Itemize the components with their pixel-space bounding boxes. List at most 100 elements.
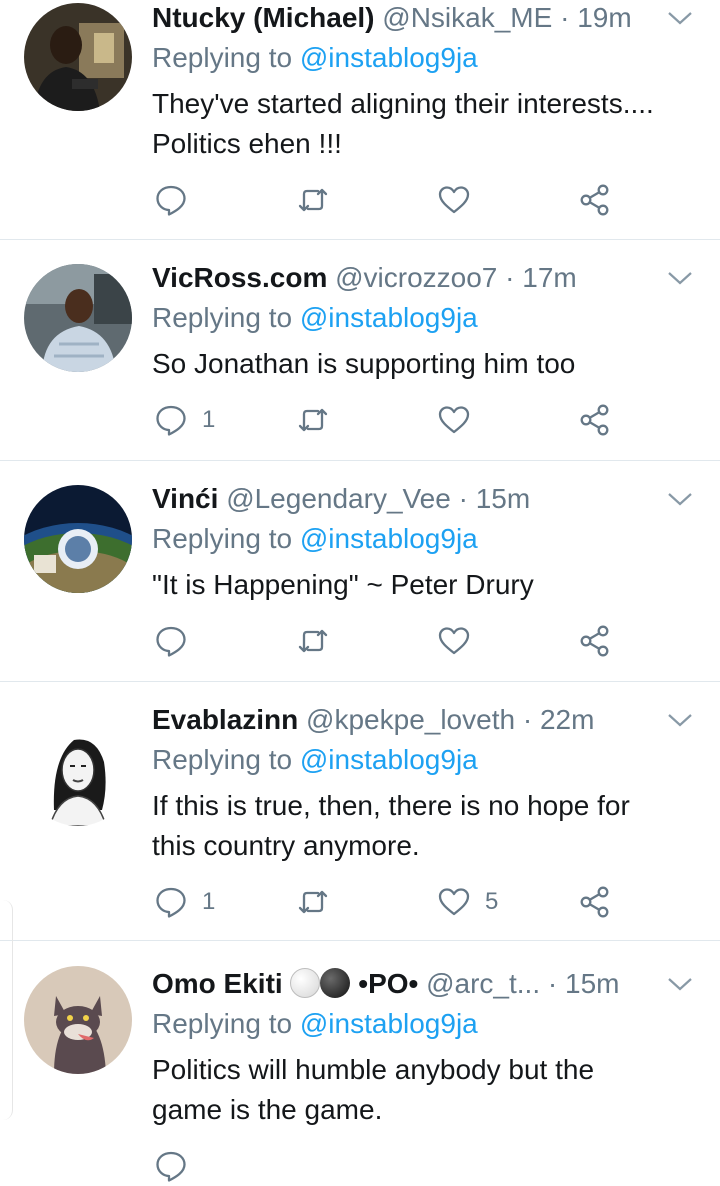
author-handle[interactable]: @arc_t... [426,968,540,999]
reply-button[interactable]: 1 [154,400,215,440]
reply-count: 1 [202,888,216,915]
action-bar: 1 5 [152,882,632,922]
tweet[interactable]: Evablazinn @kpekpe_loveth · 22m Replying… [0,702,720,940]
author-name[interactable]: Evablazinn [152,704,298,735]
tweet[interactable]: VicRoss.com @vicrozzoo7 · 17m Replying t… [0,260,720,460]
reply-button[interactable] [154,1146,188,1186]
replying-to-label: Replying to [152,523,293,554]
reply-button[interactable] [154,180,202,220]
author-name[interactable]: Omo Ekiti [152,968,283,999]
replying-to-label: Replying to [152,744,293,775]
share-icon [580,184,609,216]
author-handle[interactable]: @vicrozzoo7 [335,262,497,293]
separator-dot: · [522,704,533,735]
replying-to: Replying to @instablog9ja [152,521,478,557]
tweet-text: Politics will humble anybody but the gam… [152,1050,690,1130]
author-handle[interactable]: @kpekpe_loveth [306,704,515,735]
tweet-text-line: They've started aligning their interests… [152,88,654,119]
tweet-text-line: game is the game. [152,1094,383,1125]
separator-dot: · [458,483,468,514]
reply-button[interactable] [154,621,202,661]
reply-bubble-icon [156,887,186,918]
avatar[interactable] [24,264,132,372]
tweet-text-line: If this is true, then, there is no hope … [152,790,630,821]
replying-to: Replying to @instablog9ja [152,742,478,778]
avatar[interactable] [24,485,132,593]
reply-count: 1 [202,406,216,433]
white-circle-emoji [290,968,321,998]
action-bar [152,180,632,220]
chevron-down-icon[interactable] [666,268,694,288]
tweet-text-line: Politics ehen !!! [152,128,342,159]
author-handle[interactable]: @Legendary_Vee [226,483,451,514]
chevron-down-icon[interactable] [666,489,694,509]
heart-icon [438,406,470,434]
share-button[interactable] [578,180,612,220]
like-button[interactable] [437,400,485,440]
replying-to: Replying to @instablog9ja [152,300,478,336]
like-button[interactable]: 5 [437,882,498,922]
black-circle-emoji [320,968,351,998]
share-button[interactable] [578,621,612,661]
separator-dot: · [547,968,558,999]
share-icon [580,625,609,657]
retweet-button[interactable] [296,400,344,440]
timestamp[interactable]: 15m [565,968,619,999]
replying-to: Replying to @instablog9ja [152,40,478,76]
timestamp[interactable]: 15m [476,483,530,514]
tweet-header: Ntucky (Michael) @Nsikak_ME · 19m [152,0,660,40]
author-name[interactable]: Ntucky (Michael) [152,2,375,33]
retweet-button[interactable] [296,180,344,220]
avatar[interactable] [24,3,132,111]
author-name-suffix[interactable]: •PO• [358,968,418,999]
share-button[interactable] [578,400,612,440]
divider [0,239,720,240]
reply-bubble-icon [156,405,186,436]
retweet-icon [298,188,328,212]
tweet[interactable]: Omo Ekiti •PO• @arc_t... · 15m Replying … [0,966,720,1182]
retweet-icon [298,629,328,653]
timestamp[interactable]: 22m [540,704,594,735]
share-icon [580,886,609,918]
action-bar [152,621,632,661]
like-button[interactable] [437,621,485,661]
retweet-button[interactable] [296,621,344,661]
divider [0,940,720,941]
tweet[interactable]: Vinći @Legendary_Vee · 15m Replying to @… [0,481,720,681]
chevron-down-icon[interactable] [666,974,694,994]
like-count: 5 [485,888,499,915]
divider [0,460,720,461]
tweet[interactable]: Ntucky (Michael) @Nsikak_ME · 19m Replyi… [0,0,720,240]
reply-bubble-icon [156,1151,186,1182]
mention-link[interactable]: @instablog9ja [300,744,478,775]
mention-link[interactable]: @instablog9ja [300,302,478,333]
mention-link[interactable]: @instablog9ja [300,1008,478,1039]
tweet-text: "It is Happening" ~ Peter Drury [152,565,690,605]
mention-link[interactable]: @instablog9ja [300,42,478,73]
chevron-down-icon[interactable] [666,8,694,28]
share-button[interactable] [578,882,612,922]
divider [0,681,720,682]
timestamp[interactable]: 19m [577,2,631,33]
reply-bubble-icon [156,626,186,657]
retweet-button[interactable] [296,882,344,922]
author-name[interactable]: VicRoss.com [152,262,327,293]
tweet-header: Evablazinn @kpekpe_loveth · 22m [152,702,660,742]
chevron-down-icon[interactable] [666,710,694,730]
retweet-icon [298,408,328,432]
reply-button[interactable]: 1 [154,882,215,922]
avatar[interactable] [24,966,132,1074]
like-button[interactable] [437,180,485,220]
action-bar [152,1146,632,1186]
author-handle[interactable]: @Nsikak_ME [382,2,552,33]
tweet-header: VicRoss.com @vicrozzoo7 · 17m [152,260,660,300]
replying-to-label: Replying to [152,302,293,333]
replying-to-label: Replying to [152,42,293,73]
avatar[interactable] [24,718,132,826]
replying-to: Replying to @instablog9ja [152,1006,478,1042]
mention-link[interactable]: @instablog9ja [300,523,478,554]
timestamp[interactable]: 17m [522,262,576,293]
reply-bubble-icon [156,185,186,216]
author-name[interactable]: Vinći [152,483,218,514]
heart-icon [438,888,470,916]
